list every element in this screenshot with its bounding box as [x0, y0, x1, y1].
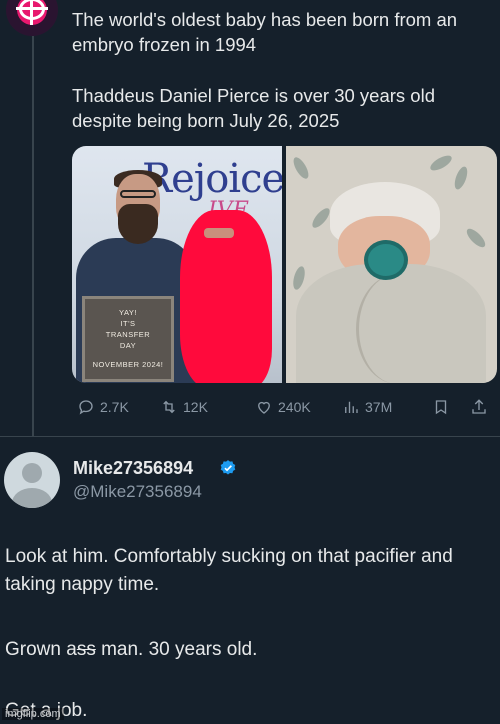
struck-text: ss [76, 639, 96, 660]
verified-badge-icon [220, 460, 236, 475]
heart-icon [258, 401, 270, 414]
tweet-headline: The world's oldest baby has been born fr… [72, 9, 458, 55]
views-button[interactable]: 37M [342, 398, 392, 416]
tweet-detail: Thaddeus Daniel Pierce is over 30 years … [72, 85, 435, 131]
letterboard-sign: YAY! IT'S TRANSFER DAY NOVEMBER 2024! [82, 296, 174, 382]
globe-logo-icon [16, 0, 48, 25]
thread-connector-line [32, 36, 34, 436]
letterboard-line: TRANSFER [105, 330, 151, 339]
retweet-icon [163, 400, 175, 414]
tweet-media[interactable]: Rejoice IVF La YAY! IT'S TRANSFER DAY NO… [72, 146, 497, 383]
original-poster-avatar[interactable] [6, 0, 58, 36]
reply-handle[interactable]: @Mike27356894 [73, 482, 202, 502]
man-glasses [120, 190, 156, 198]
reply-avatar[interactable] [4, 452, 60, 508]
reply-text-part: Grown a [5, 639, 77, 660]
man-beard [118, 204, 158, 244]
retweet-button[interactable]: 12K [160, 398, 208, 416]
leaf-pattern [463, 225, 489, 251]
photo-father-with-sign[interactable]: Rejoice IVF La YAY! IT'S TRANSFER DAY NO… [72, 146, 282, 383]
share-button[interactable] [470, 398, 488, 416]
red-redaction-scribble [180, 210, 272, 383]
tweet-action-bar: 2.7K 12K 240K 37M [72, 395, 497, 419]
reply-count: 2.7K [100, 399, 129, 415]
reply-text-part: man. 30 years old. [95, 639, 258, 660]
leaf-pattern [428, 152, 454, 174]
reply-display-name[interactable]: Mike27356894 [73, 458, 193, 479]
divider [0, 436, 500, 437]
retweet-count: 12K [183, 399, 208, 415]
photo-swaddled-baby[interactable] [286, 146, 497, 383]
reply-text-line-2: Grown ass man. 30 years old. [5, 636, 495, 664]
leaf-pattern [291, 265, 307, 291]
leaf-pattern [290, 155, 312, 181]
letterboard-line: IT'S [120, 319, 136, 328]
letterboard-line: YAY! [119, 308, 137, 317]
like-count: 240K [278, 399, 311, 415]
bookmark-icon [435, 400, 447, 415]
reply-text-line-3: Get a job. [5, 700, 88, 721]
clinic-sign-text: Rejoice [142, 156, 282, 202]
reply-text-line-1: Look at him. Comfortably sucking on that… [5, 546, 453, 595]
bar-chart-icon [345, 401, 358, 413]
baby-swaddle [296, 264, 486, 383]
leaf-pattern [452, 165, 470, 191]
imgflip-watermark: imgflip.com [2, 708, 64, 720]
bookmark-button[interactable] [432, 398, 450, 416]
reply-button[interactable]: 2.7K [77, 398, 129, 416]
view-count: 37M [365, 399, 393, 415]
reply-icon [79, 400, 93, 415]
like-button[interactable]: 240K [255, 398, 311, 416]
share-icon [472, 399, 486, 414]
pacifier [364, 240, 408, 280]
letterboard-line: DAY [119, 341, 137, 350]
letterboard-line: NOVEMBER 2024! [92, 360, 164, 369]
